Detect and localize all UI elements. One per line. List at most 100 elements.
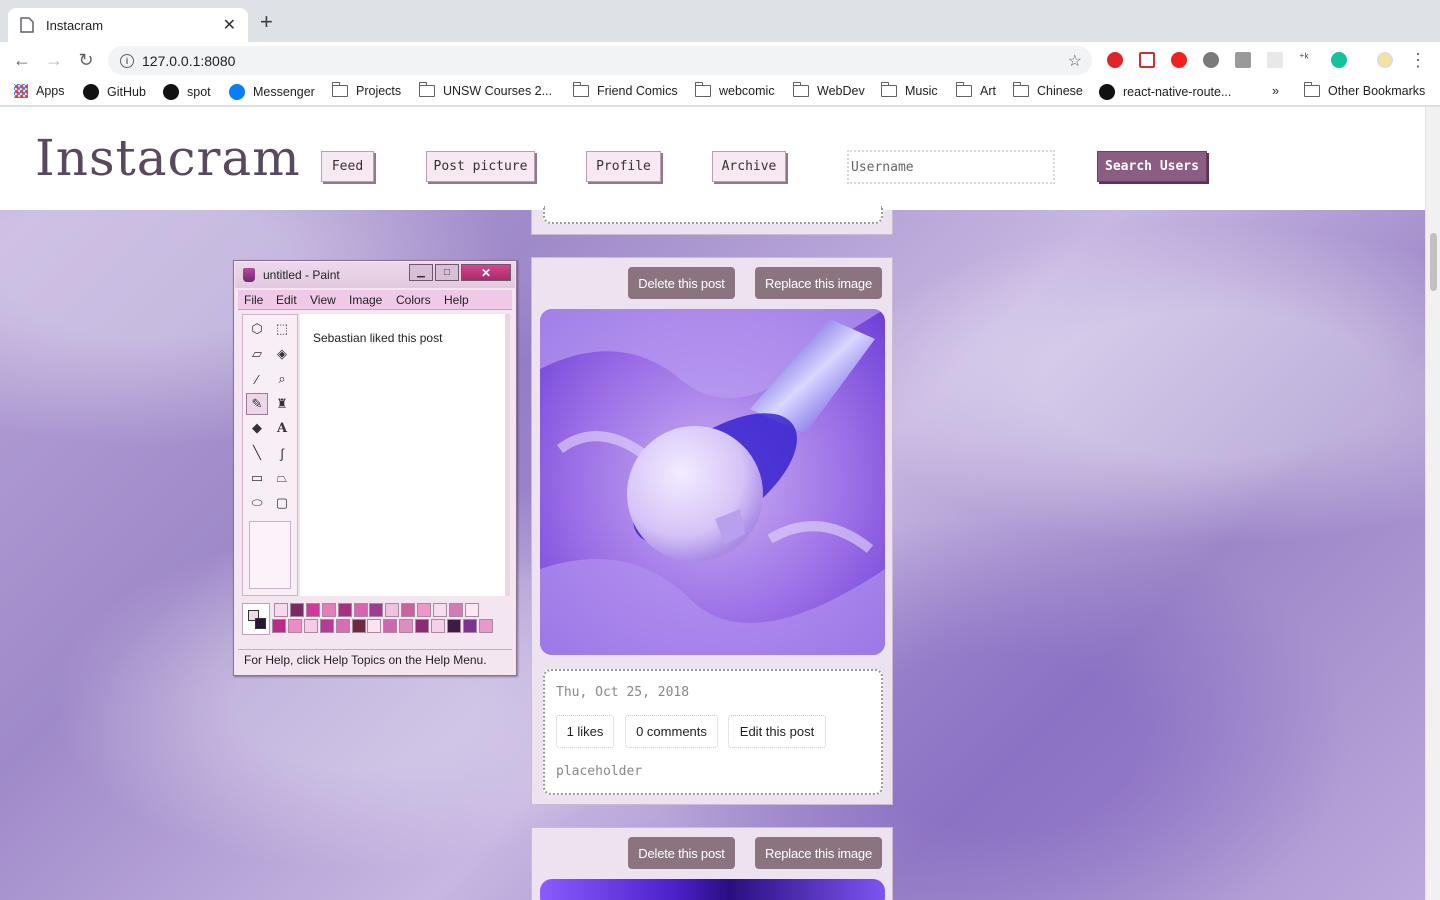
palette-swatch[interactable]: [319, 619, 334, 633]
palette-swatch[interactable]: [462, 619, 477, 633]
menu-icon[interactable]: ⋮: [1408, 50, 1428, 70]
scrollbar-thumb[interactable]: [1430, 233, 1437, 291]
extension-icon[interactable]: ⁺ᵏ: [1299, 51, 1315, 67]
menu-colors[interactable]: Colors: [396, 293, 431, 307]
extension-icon[interactable]: [1267, 52, 1283, 68]
magnifier-icon[interactable]: ⌕: [271, 368, 293, 390]
close-tab-icon[interactable]: ✕: [223, 15, 236, 35]
likes-button[interactable]: 1 likes: [556, 715, 614, 748]
new-tab-icon[interactable]: +: [260, 11, 273, 33]
palette-swatch[interactable]: [399, 619, 414, 633]
palette-swatch[interactable]: [417, 603, 432, 617]
airbrush-icon[interactable]: ◆: [246, 417, 268, 439]
bookmark-folder-chinese[interactable]: Chinese: [1012, 82, 1083, 98]
bookmark-star-icon[interactable]: ☆: [1068, 51, 1082, 71]
comments-button[interactable]: 0 comments: [625, 715, 718, 748]
palette-swatch[interactable]: [446, 619, 461, 633]
pencil-icon[interactable]: ✎: [246, 393, 268, 415]
palette-swatch[interactable]: [337, 603, 352, 617]
bookmark-folder-webdev[interactable]: WebDev: [792, 82, 865, 98]
palette-swatch[interactable]: [272, 619, 286, 633]
paint-canvas[interactable]: Sebastian liked this post: [300, 314, 510, 596]
profile-avatar[interactable]: [1377, 52, 1393, 68]
palette-swatch[interactable]: [303, 619, 318, 633]
hash-extension-icon[interactable]: [1235, 52, 1251, 68]
site-logo[interactable]: Instacram: [35, 129, 301, 187]
bookmark-folder-music[interactable]: Music: [880, 82, 938, 98]
back-icon[interactable]: ←: [12, 50, 32, 70]
edit-post-button[interactable]: Edit this post: [728, 715, 826, 748]
palette-swatch[interactable]: [383, 619, 398, 633]
replace-image-button[interactable]: Replace this image: [755, 837, 882, 869]
palette-swatch[interactable]: [431, 619, 445, 633]
palette-swatch[interactable]: [401, 603, 416, 617]
palette-swatch[interactable]: [478, 619, 493, 633]
palette-swatch[interactable]: [351, 619, 366, 633]
bookmark-folder-art[interactable]: Art: [955, 82, 996, 98]
page-scrollbar[interactable]: [1425, 107, 1440, 900]
bookmark-folder-webcomic[interactable]: webcomic: [694, 82, 775, 98]
palette-swatch[interactable]: [353, 603, 368, 617]
curve-icon[interactable]: ∫: [271, 442, 293, 464]
site-info-icon[interactable]: i: [120, 53, 134, 68]
extension-icon[interactable]: [1139, 52, 1155, 68]
eyedropper-icon[interactable]: ⁄: [246, 368, 268, 390]
current-colors[interactable]: [242, 603, 270, 635]
minimize-icon[interactable]: ▁: [409, 264, 433, 281]
extension-icon[interactable]: [1203, 52, 1219, 68]
menu-file[interactable]: File: [244, 293, 263, 307]
search-users-button[interactable]: Search Users: [1097, 151, 1207, 182]
palette-swatch[interactable]: [321, 603, 336, 617]
fill-bucket-icon[interactable]: ◈: [271, 343, 293, 365]
palette-swatch[interactable]: [433, 603, 447, 617]
palette-swatch[interactable]: [385, 603, 400, 617]
canvas-scrollbar[interactable]: [505, 314, 510, 596]
palette-swatch[interactable]: [369, 603, 384, 617]
bookmark-folder-other[interactable]: Other Bookmarks: [1303, 82, 1425, 98]
bookmark-folder-projects[interactable]: Projects: [331, 82, 401, 98]
reload-icon[interactable]: ↻: [76, 50, 96, 70]
bookmark-messenger[interactable]: Messenger: [229, 84, 315, 100]
bookmark-folder-unsw[interactable]: UNSW Courses 2...: [418, 82, 552, 98]
palette-swatch[interactable]: [305, 603, 320, 617]
menu-image[interactable]: Image: [349, 293, 382, 307]
rounded-rect-icon[interactable]: ▢: [271, 492, 293, 514]
rectangle-icon[interactable]: ▭: [246, 467, 268, 489]
tool-options-box[interactable]: [249, 521, 291, 589]
archive-button[interactable]: Archive: [712, 151, 786, 182]
bookmark-apps[interactable]: Apps: [14, 84, 65, 98]
delete-post-button[interactable]: Delete this post: [628, 267, 735, 299]
free-select-icon[interactable]: ⬡: [246, 318, 268, 340]
palette-swatch[interactable]: [448, 603, 463, 617]
close-icon[interactable]: ✕: [461, 264, 511, 281]
extension-icon[interactable]: [1107, 52, 1123, 68]
rect-select-icon[interactable]: ⬚: [271, 318, 293, 340]
profile-button[interactable]: Profile: [586, 151, 661, 182]
replace-image-button[interactable]: Replace this image: [755, 267, 882, 299]
menu-help[interactable]: Help: [444, 293, 469, 307]
menu-view[interactable]: View: [310, 293, 336, 307]
palette-swatch[interactable]: [274, 603, 288, 617]
bookmark-react-native-router[interactable]: react-native-route...: [1099, 84, 1231, 100]
bookmark-github[interactable]: GitHub: [83, 84, 146, 100]
post-image[interactable]: [540, 879, 885, 900]
palette-swatch[interactable]: [464, 603, 479, 617]
grammarly-icon[interactable]: [1331, 52, 1347, 68]
paint-title-bar[interactable]: untitled - Paint ▁ □ ✕: [235, 262, 515, 288]
bookmark-spot[interactable]: spot: [163, 84, 211, 100]
menu-edit[interactable]: Edit: [276, 293, 297, 307]
browser-tab[interactable]: Instacram ✕: [8, 8, 248, 42]
opera-icon[interactable]: [1171, 52, 1187, 68]
palette-swatch[interactable]: [415, 619, 430, 633]
palette-swatch[interactable]: [367, 619, 382, 633]
maximize-icon[interactable]: □: [435, 264, 459, 281]
username-search-input[interactable]: Username: [847, 150, 1055, 184]
post-image[interactable]: [540, 309, 885, 655]
text-tool-icon[interactable]: A: [271, 417, 293, 439]
palette-swatch[interactable]: [287, 619, 302, 633]
address-bar[interactable]: i 127.0.0.1:8080 ☆: [108, 46, 1092, 75]
polygon-icon[interactable]: ⏢: [271, 467, 293, 489]
brush-icon[interactable]: ♜: [271, 393, 293, 415]
delete-post-button[interactable]: Delete this post: [628, 837, 735, 869]
forward-icon[interactable]: →: [44, 50, 64, 70]
